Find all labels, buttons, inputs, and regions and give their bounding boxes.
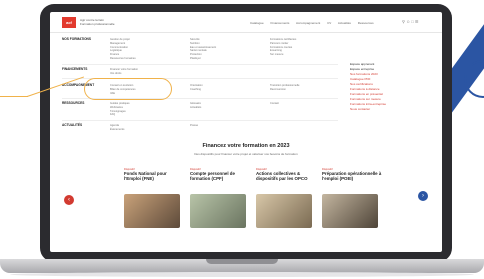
brand-text: Agir contre la faim Formation profession… <box>80 18 140 26</box>
funding-card[interactable]: Dispositif Fonds National pour l'Emploi … <box>124 168 184 238</box>
divider <box>62 64 338 65</box>
card-title: Fonds National pour l'Emploi (FNE) <box>124 171 167 181</box>
menu-column: Contact <box>270 102 340 106</box>
menu-link[interactable]: Plaidoyer <box>190 57 260 61</box>
section-subtitle: Des dispositifs pour financer votre proj… <box>194 152 298 156</box>
menu-column: Glossaire Actualités <box>190 102 260 110</box>
menu-link[interactable]: Actualités <box>190 106 260 110</box>
brand-line-2: Formation professionnelle <box>80 22 115 26</box>
menu-column: Formations certifiantes Parcours métier … <box>270 38 340 57</box>
menu-column: Financer votre formation Vos droits <box>110 68 180 76</box>
search-icon[interactable]: ⚲ <box>402 19 405 24</box>
nav-item[interactable]: Catalogue <box>250 21 264 25</box>
site-logo[interactable]: acf <box>62 17 76 28</box>
callout-highlight <box>84 78 172 100</box>
header-icons: ⚲ ☺ □ ☰ <box>402 19 418 24</box>
laptop-shadow <box>10 272 474 277</box>
chevron-right-icon[interactable]: › <box>418 191 428 201</box>
menu-column: Agenda Événements <box>110 124 180 132</box>
nav-item[interactable]: CV <box>327 21 331 25</box>
menu-link[interactable]: Ressources humaines <box>110 57 180 61</box>
section-title: Financez votre formation en 2023 <box>202 143 290 149</box>
laptop-notch <box>206 259 278 264</box>
scene: acf Agir contre la faim Formation profes… <box>0 0 484 279</box>
nav-item[interactable]: Financements <box>271 21 290 25</box>
menu-link[interactable]: Contact <box>270 102 340 106</box>
category-label[interactable]: ACTUALITÉS <box>62 123 98 128</box>
user-icon[interactable]: ☺ <box>406 19 410 24</box>
divider <box>62 120 338 121</box>
menu-column: Gestion de projet Management Communicati… <box>110 38 180 61</box>
menu-link[interactable]: Presse <box>190 124 260 128</box>
main-nav: Catalogue Financements Accompagnement CV… <box>250 21 380 25</box>
site-header: acf Agir contre la faim Formation profes… <box>50 12 442 33</box>
card-title: Compte personnel de formation (CPF) <box>190 171 235 181</box>
menu-icon[interactable]: ☰ <box>415 19 419 24</box>
nav-item[interactable]: Actualités <box>338 21 351 25</box>
card-image <box>256 194 312 228</box>
menu-link[interactable]: Coaching <box>190 88 260 92</box>
nav-item[interactable]: Accompagnement <box>296 21 320 25</box>
menu-column: Orientation Coaching <box>190 84 260 92</box>
laptop-screen: acf Agir contre la faim Formation profes… <box>50 12 442 252</box>
menu-link[interactable]: Sur mesure <box>270 53 340 57</box>
funding-card[interactable]: Dispositif Actions collectives & disposi… <box>256 168 316 238</box>
menu-link[interactable]: FAQ <box>110 113 180 117</box>
card-image <box>190 194 246 228</box>
callout-line <box>0 96 28 97</box>
menu-column: Guides pratiques Webinaires Témoignages … <box>110 102 180 117</box>
side-links: Espace apprenant Espace entreprise Nos f… <box>350 62 430 112</box>
card-title: Actions collectives & dispositifs par le… <box>256 171 308 181</box>
funding-card[interactable]: Dispositif Compte personnel de formation… <box>190 168 250 238</box>
chevron-left-icon[interactable]: ‹ <box>64 195 74 205</box>
side-link[interactable]: Nous contacter <box>350 107 430 112</box>
card-image <box>322 194 378 228</box>
menu-column: Transition professionnelle Reconversion <box>270 84 340 92</box>
cart-icon[interactable]: □ <box>411 19 413 24</box>
category-label[interactable]: NOS FORMATIONS <box>62 37 98 42</box>
menu-link[interactable]: Vos droits <box>110 72 180 76</box>
category-label[interactable]: RESSOURCES <box>62 101 98 106</box>
menu-link[interactable]: Événements <box>110 128 180 132</box>
card-title: Préparation opérationnelle à l'emploi (P… <box>322 171 382 181</box>
menu-link[interactable]: Reconversion <box>270 88 340 92</box>
funding-card[interactable]: Dispositif Préparation opérationnelle à … <box>322 168 382 238</box>
card-image <box>124 194 180 228</box>
category-label[interactable]: FINANCEMENTS <box>62 67 98 72</box>
menu-column: Sécurité Nutrition Eau et assainissement… <box>190 38 260 61</box>
nav-item[interactable]: Ressources <box>358 21 374 25</box>
menu-column: Presse <box>190 124 260 128</box>
